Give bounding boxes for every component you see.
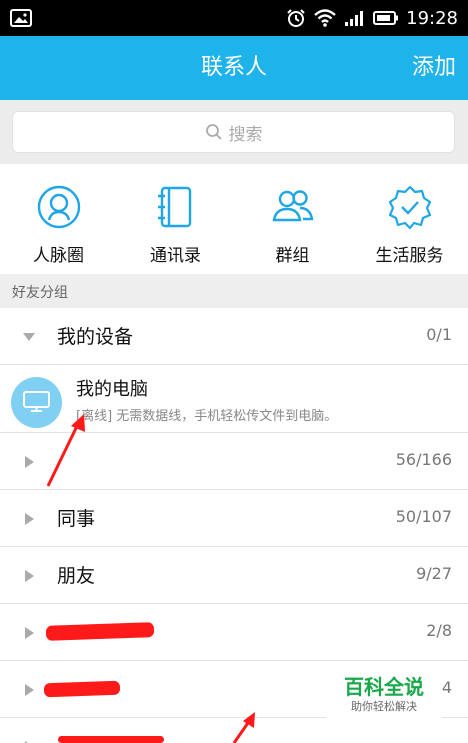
add-button[interactable]: 添加 (412, 36, 456, 100)
collapsed-arrow-icon (25, 684, 34, 696)
status-time: 19:28 (406, 7, 458, 29)
search-icon (205, 124, 222, 140)
expanded-arrow-icon (23, 333, 35, 341)
address-book-icon (158, 186, 192, 228)
group-count: 9/27 (416, 564, 452, 583)
group-count: 2/8 (426, 621, 452, 640)
group-name: 我的设备 (57, 326, 134, 348)
search-area: 搜索 (0, 100, 468, 164)
gallery-icon (10, 9, 32, 27)
watermark: 百科全说 助你轻松解决 (326, 663, 442, 719)
friends-section-header: 好友分组 (0, 274, 468, 308)
collapsed-arrow-icon (25, 627, 34, 639)
group-name: 同事 (57, 508, 96, 530)
wifi-icon (314, 9, 336, 27)
device-status: [离线] 无需数据线，手机轻松传文件到电脑。 (76, 409, 338, 424)
title-bar: 联系人 添加 (0, 36, 468, 100)
status-bar: 19:28 (0, 0, 468, 36)
collapsed-arrow-icon (25, 570, 34, 582)
monitor-icon (23, 391, 50, 412)
shortcut-bar: 人脉圈 通讯录 群组 生活服务 (0, 164, 468, 274)
battery-icon (373, 11, 399, 25)
watermark-title: 百科全说 (344, 675, 424, 699)
signal-icon (345, 11, 364, 26)
shortcut-label: 通讯录 (150, 246, 201, 266)
page-title: 联系人 (200, 55, 267, 80)
section-label: 好友分组 (12, 285, 68, 301)
collapsed-arrow-icon (25, 456, 34, 468)
device-name: 我的电脑 (76, 379, 148, 400)
group-name: 朋友 (57, 565, 96, 587)
search-placeholder: 搜索 (228, 124, 263, 145)
group-row-friends[interactable]: 朋友 9/27 (0, 547, 468, 604)
service-badge-icon (388, 185, 432, 230)
group-count: 0/1 (426, 325, 452, 344)
group-count: 56/166 (395, 450, 452, 469)
shortcut-network[interactable]: 人脉圈 (0, 164, 117, 274)
annotation-arrow-icon (232, 712, 255, 743)
person-circle-icon (37, 185, 81, 229)
redaction-mark (58, 736, 164, 743)
group-icon (272, 190, 314, 222)
shortcut-address-book[interactable]: 通讯录 (117, 164, 234, 274)
shortcut-label: 人脉圈 (33, 246, 84, 266)
search-input[interactable]: 搜索 (12, 111, 455, 153)
shortcut-life-services[interactable]: 生活服务 (351, 164, 468, 274)
shortcut-label: 生活服务 (375, 246, 444, 266)
shortcut-label: 群组 (275, 246, 310, 266)
annotation-arrow-icon (46, 414, 85, 487)
redaction-mark (43, 680, 121, 698)
alarm-icon (287, 9, 305, 27)
group-row-colleagues[interactable]: 同事 50/107 (0, 490, 468, 547)
group-count: 4 (441, 678, 452, 697)
group-row-my-devices[interactable]: 我的设备 0/1 (0, 308, 468, 365)
group-count: 50/107 (395, 507, 452, 526)
watermark-subtitle: 助你轻松解决 (351, 700, 417, 713)
collapsed-arrow-icon (25, 513, 34, 525)
shortcut-groups[interactable]: 群组 (234, 164, 351, 274)
